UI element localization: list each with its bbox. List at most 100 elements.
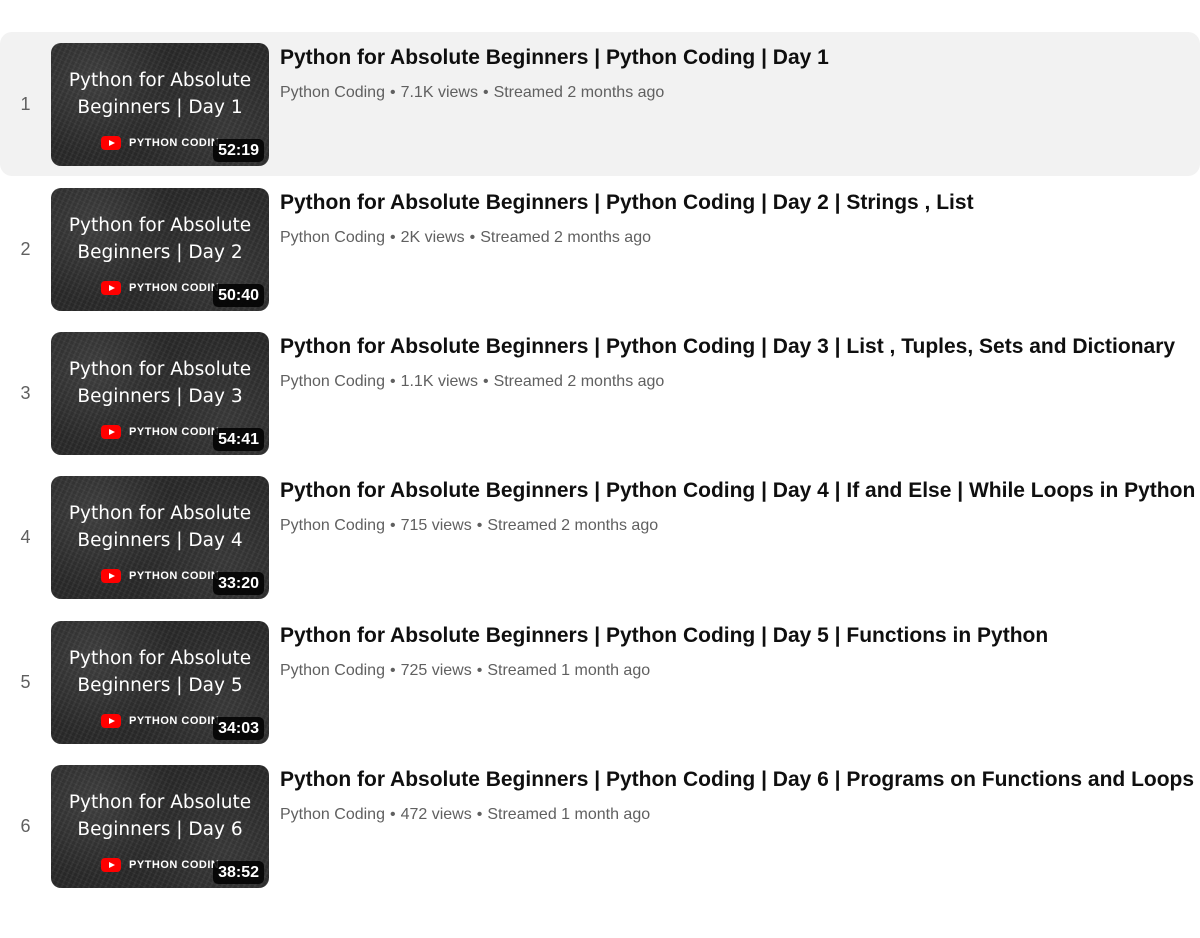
video-title[interactable]: Python for Absolute Beginners | Python C… [280, 189, 1180, 217]
thumbnail-brand-text: PYTHON CODIN [129, 715, 220, 727]
video-meta: Python Coding • 715 views • Streamed 2 month… [280, 517, 1180, 535]
playlist-item-index: 5 [20, 671, 31, 692]
thumbnail-title: Python for Absolute Beginners | Day 1 [51, 67, 269, 121]
thumbnail-title-line2: Beginners | Day 4 [77, 530, 243, 551]
thumbnail-title-line2: Beginners | Day 5 [77, 675, 243, 696]
thumbnail-title-line2: Beginners | Day 6 [77, 819, 243, 840]
video-info: Python for Absolute Beginners | Python C… [280, 477, 1195, 535]
video-meta: Python Coding • 472 views • Streamed 1 month… [280, 806, 1180, 824]
meta-separator: • [482, 373, 489, 390]
thumbnail-title-line1: Python for Absolute [68, 648, 252, 669]
view-count: 715 views [400, 517, 472, 534]
view-count: 472 views [400, 806, 472, 823]
video-thumbnail[interactable]: Python for Absolute Beginners | Day 2 PY… [51, 188, 269, 311]
meta-separator: • [389, 373, 396, 390]
streamed-date: Streamed 1 month ago [487, 806, 651, 823]
playlist-item-index: 1 [20, 93, 31, 114]
view-count: 2K views [400, 229, 465, 246]
video-title[interactable]: Python for Absolute Beginners | Python C… [280, 766, 1194, 794]
thumbnail-brand: PYTHON CODIN [101, 136, 219, 150]
video-info: Python for Absolute Beginners | Python C… [280, 44, 1180, 102]
playlist-item-index: 4 [20, 526, 31, 547]
thumbnail-title: Python for Absolute Beginners | Day 5 [51, 645, 269, 699]
youtube-logo-icon [101, 569, 121, 583]
video-thumbnail[interactable]: Python for Absolute Beginners | Day 3 PY… [51, 332, 269, 455]
thumbnail-title-line2: Beginners | Day 1 [77, 97, 243, 118]
thumbnail-brand: PYTHON CODIN [101, 425, 219, 439]
video-thumbnail[interactable]: Python for Absolute Beginners | Day 1 PY… [51, 43, 269, 166]
playlist-item-index: 3 [20, 382, 31, 403]
thumbnail-title-line1: Python for Absolute [68, 503, 252, 524]
thumbnail-title-line1: Python for Absolute [68, 792, 252, 813]
streamed-date: Streamed 2 months ago [493, 373, 665, 390]
meta-separator: • [476, 662, 483, 679]
thumbnail-brand: PYTHON CODIN [101, 714, 219, 728]
thumbnail-title-line1: Python for Absolute [68, 215, 252, 236]
channel-name[interactable]: Python Coding [280, 517, 385, 534]
video-thumbnail[interactable]: Python for Absolute Beginners | Day 4 PY… [51, 476, 269, 599]
channel-name[interactable]: Python Coding [280, 84, 385, 101]
streamed-date: Streamed 1 month ago [487, 662, 651, 679]
video-duration-badge: 50:40 [213, 284, 264, 307]
thumbnail-title: Python for Absolute Beginners | Day 4 [51, 500, 269, 554]
streamed-date: Streamed 2 months ago [493, 84, 665, 101]
thumbnail-brand: PYTHON CODIN [101, 569, 219, 583]
meta-separator: • [476, 806, 483, 823]
video-info: Python for Absolute Beginners | Python C… [280, 622, 1180, 680]
meta-separator: • [482, 84, 489, 101]
thumbnail-title-line2: Beginners | Day 2 [77, 242, 243, 263]
video-title[interactable]: Python for Absolute Beginners | Python C… [280, 44, 1180, 72]
view-count: 725 views [400, 662, 472, 679]
meta-separator: • [476, 517, 483, 534]
thumbnail-title: Python for Absolute Beginners | Day 3 [51, 356, 269, 410]
thumbnail-title: Python for Absolute Beginners | Day 2 [51, 212, 269, 266]
video-meta: Python Coding • 7.1K views • Streamed 2 mont… [280, 84, 1180, 102]
thumbnail-brand-text: PYTHON CODIN [129, 282, 220, 294]
playlist-item[interactable]: 3 Python for Absolute Beginners | Day 3 … [0, 321, 1200, 465]
thumbnail-brand-text: PYTHON CODIN [129, 570, 220, 582]
video-thumbnail[interactable]: Python for Absolute Beginners | Day 6 PY… [51, 765, 269, 888]
playlist-item[interactable]: 4 Python for Absolute Beginners | Day 4 … [0, 465, 1200, 609]
playlist-video-list: 1 Python for Absolute Beginners | Day 1 … [0, 0, 1200, 938]
channel-name[interactable]: Python Coding [280, 806, 385, 823]
video-info: Python for Absolute Beginners | Python C… [280, 333, 1180, 391]
video-info: Python for Absolute Beginners | Python C… [280, 189, 1180, 247]
video-thumbnail[interactable]: Python for Absolute Beginners | Day 5 PY… [51, 621, 269, 744]
channel-name[interactable]: Python Coding [280, 373, 385, 390]
thumbnail-brand-text: PYTHON CODIN [129, 426, 220, 438]
video-info: Python for Absolute Beginners | Python C… [280, 766, 1194, 824]
video-title[interactable]: Python for Absolute Beginners | Python C… [280, 333, 1180, 361]
meta-separator: • [389, 229, 396, 246]
thumbnail-brand-text: PYTHON CODIN [129, 859, 220, 871]
playlist-item-index: 6 [20, 815, 31, 836]
video-meta: Python Coding • 1.1K views • Streamed 2 mont… [280, 373, 1180, 391]
thumbnail-brand-text: PYTHON CODIN [129, 137, 220, 149]
meta-separator: • [469, 229, 476, 246]
playlist-item[interactable]: 1 Python for Absolute Beginners | Day 1 … [0, 32, 1200, 176]
channel-name[interactable]: Python Coding [280, 229, 385, 246]
youtube-logo-icon [101, 858, 121, 872]
streamed-date: Streamed 2 months ago [480, 229, 651, 246]
meta-separator: • [389, 806, 396, 823]
channel-name[interactable]: Python Coding [280, 662, 385, 679]
view-count: 7.1K views [400, 84, 478, 101]
meta-separator: • [389, 662, 396, 679]
playlist-item[interactable]: 2 Python for Absolute Beginners | Day 2 … [0, 177, 1200, 321]
thumbnail-title-line1: Python for Absolute [68, 70, 252, 91]
youtube-logo-icon [101, 281, 121, 295]
thumbnail-title-line1: Python for Absolute [68, 359, 252, 380]
view-count: 1.1K views [400, 373, 478, 390]
video-duration-badge: 34:03 [213, 717, 264, 740]
video-title[interactable]: Python for Absolute Beginners | Python C… [280, 477, 1195, 505]
streamed-date: Streamed 2 months ago [487, 517, 659, 534]
video-duration-badge: 54:41 [213, 428, 264, 451]
meta-separator: • [389, 517, 396, 534]
playlist-item[interactable]: 6 Python for Absolute Beginners | Day 6 … [0, 754, 1200, 898]
video-title[interactable]: Python for Absolute Beginners | Python C… [280, 622, 1180, 650]
youtube-logo-icon [101, 714, 121, 728]
thumbnail-brand: PYTHON CODIN [101, 281, 219, 295]
playlist-item[interactable]: 5 Python for Absolute Beginners | Day 5 … [0, 610, 1200, 754]
thumbnail-title: Python for Absolute Beginners | Day 6 [51, 789, 269, 843]
video-duration-badge: 33:20 [213, 572, 264, 595]
youtube-logo-icon [101, 425, 121, 439]
